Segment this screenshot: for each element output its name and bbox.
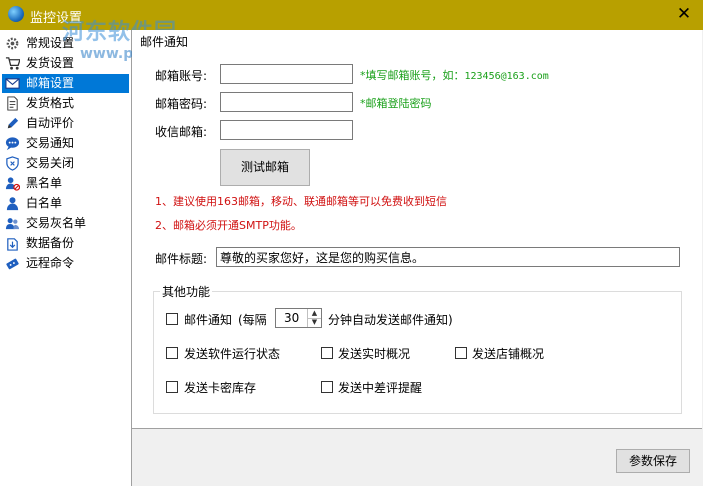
cart-icon <box>5 57 20 70</box>
sidebar-item-whitelist[interactable]: 白名单 <box>2 194 129 213</box>
sidebar-item-review[interactable]: 自动评价 <box>2 114 129 133</box>
shield-icon <box>6 156 19 171</box>
sidebar-item-remote[interactable]: 远程命令 <box>2 254 129 273</box>
sidebar-item-label: 黑名单 <box>26 176 63 190</box>
sidebar-item-shipping[interactable]: 发货设置 <box>2 54 129 73</box>
run-status-label: 发送软件运行状态 <box>184 347 281 361</box>
store-label: 发送店铺概况 <box>472 347 545 361</box>
email-password-field[interactable] <box>220 92 353 112</box>
sidebar-item-close[interactable]: 交易关闭 <box>2 154 129 173</box>
subject-label: 邮件标题: <box>155 252 208 266</box>
sidebar-item-label: 数据备份 <box>26 236 75 250</box>
mail-notify-label: 邮件通知 <box>184 313 233 327</box>
note-2: 2、邮箱必须开通SMTP功能。 <box>155 219 302 232</box>
store-checkbox[interactable] <box>455 347 467 359</box>
email-account-field[interactable] <box>220 64 353 84</box>
password-label: 邮箱密码: <box>155 97 208 111</box>
main-area: 邮件通知 邮箱账号: *填写邮箱账号，如：123456@163.com 邮箱密码… <box>132 30 703 486</box>
other-functions-legend: 其他功能 <box>160 283 213 300</box>
sidebar-item-label: 邮箱设置 <box>26 76 75 90</box>
account-hint: *填写邮箱账号，如：123456@163.com <box>360 67 549 83</box>
title-bar: 监控设置 ✕ <box>0 0 703 30</box>
password-hint: *邮箱登陆密码 <box>360 97 432 110</box>
stepper-down-icon[interactable]: ▼ <box>307 318 321 327</box>
recipient-email-field[interactable] <box>220 120 353 140</box>
sidebar-item-label: 发货设置 <box>26 56 75 70</box>
sidebar-item-label: 自动评价 <box>26 116 75 130</box>
test-mail-button[interactable]: 测试邮箱 <box>220 149 310 186</box>
interval-suffix: 分钟自动发送邮件通知) <box>328 313 453 327</box>
sidebar-item-label: 交易灰名单 <box>26 216 87 230</box>
sidebar-item-notice[interactable]: 交易通知 <box>2 134 129 153</box>
user-block-icon <box>5 177 20 191</box>
sidebar-item-greylist[interactable]: 交易灰名单 <box>2 214 129 233</box>
note-1: 1、建议使用163邮箱，移动、联通邮箱等可以免费收到短信 <box>155 195 447 208</box>
realtime-checkbox[interactable] <box>321 347 333 359</box>
account-hint-example: 123456@163.com <box>464 71 549 82</box>
mail-icon <box>5 78 20 89</box>
close-button[interactable]: ✕ <box>673 4 695 26</box>
sidebar-item-blacklist[interactable]: 黑名单 <box>2 174 129 193</box>
window-title: 监控设置 <box>30 11 83 26</box>
sidebar-item-label: 远程命令 <box>26 256 75 270</box>
interval-stepper[interactable]: 30 ▲ ▼ <box>275 308 322 328</box>
close-icon: ✕ <box>676 4 692 24</box>
mail-subject-field[interactable] <box>216 247 680 267</box>
bad-review-label: 发送中差评提醒 <box>338 381 423 395</box>
gear-icon <box>6 37 19 50</box>
card-stock-checkbox[interactable] <box>166 381 178 393</box>
sidebar-item-label: 交易通知 <box>26 136 75 150</box>
sidebar-item-label: 白名单 <box>26 196 63 210</box>
save-settings-button[interactable]: 参数保存 <box>616 449 690 473</box>
sidebar-item-mailbox[interactable]: 邮箱设置 <box>2 74 129 93</box>
user-icon <box>6 197 19 211</box>
sidebar: 常规设置 发货设置 邮箱设置 发货格式 自动评价 交易通知 交易关闭 黑名单 白… <box>0 30 132 486</box>
realtime-label: 发送实时概况 <box>338 347 411 361</box>
mail-notify-checkbox[interactable] <box>166 313 178 325</box>
sidebar-item-label: 发货格式 <box>26 96 75 110</box>
mail-settings-panel: 邮件通知 邮箱账号: *填写邮箱账号，如：123456@163.com 邮箱密码… <box>132 30 702 429</box>
pencil-icon <box>7 117 19 129</box>
sidebar-item-label: 交易关闭 <box>26 156 75 170</box>
interval-value: 30 <box>284 311 300 325</box>
card-stock-label: 发送卡密库存 <box>184 381 257 395</box>
sidebar-item-backup[interactable]: 数据备份 <box>2 234 129 253</box>
chat-icon <box>5 137 20 151</box>
remote-icon <box>6 258 19 270</box>
interval-prefix: (每隔 <box>238 313 267 327</box>
bad-review-checkbox[interactable] <box>321 381 333 393</box>
recipient-label: 收信邮箱: <box>155 125 208 139</box>
group-title: 邮件通知 <box>140 35 189 49</box>
sidebar-item-general[interactable]: 常规设置 <box>2 34 129 53</box>
run-status-checkbox[interactable] <box>166 347 178 359</box>
backup-icon <box>7 238 18 251</box>
account-label: 邮箱账号: <box>155 69 208 83</box>
sidebar-item-label: 常规设置 <box>26 36 75 50</box>
app-icon <box>8 6 24 22</box>
account-hint-text: *填写邮箱账号，如： <box>360 69 465 82</box>
document-icon <box>7 96 18 111</box>
users-icon <box>5 218 20 230</box>
sidebar-item-format[interactable]: 发货格式 <box>2 94 129 113</box>
